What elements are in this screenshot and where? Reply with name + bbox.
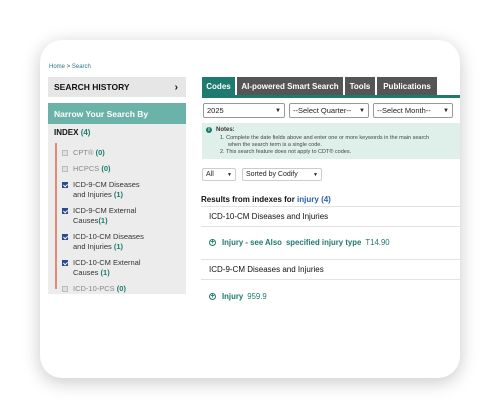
index-item-icd10-diseases[interactable]: ICD-10-CM Diseases and Injuries (1) <box>62 232 144 252</box>
expand-plus-icon[interactable]: + <box>209 239 216 246</box>
divider <box>201 206 460 207</box>
divider <box>201 226 460 227</box>
quarter-select-value: --Select Quarter-- <box>293 106 352 115</box>
index-item-icd9-external[interactable]: ICD-9-CM External Causes(1) <box>62 206 136 226</box>
result-entry[interactable]: + Injury - see Also specified injury typ… <box>209 238 390 247</box>
index-title: INDEX (4) <box>54 128 90 137</box>
result-group-title: ICD-10-CM Diseases and Injuries <box>209 212 329 221</box>
notes-item-2: 2. This search feature does not apply to… <box>220 149 352 155</box>
index-item-label-line2: and Injuries <box>73 190 112 199</box>
index-item-label-line2: Causes <box>73 268 99 277</box>
index-item-count: (0) <box>101 164 111 173</box>
index-item-label-line2: and Injuries <box>73 242 112 251</box>
sort-select[interactable]: Sorted by Codify ▼ <box>242 168 322 181</box>
search-history-toggle[interactable]: SEARCH HISTORY › <box>48 77 186 97</box>
index-item-hcpcs[interactable]: HCPCS (0) <box>62 164 111 174</box>
result-entry-text: Injury - see Also <box>222 238 282 247</box>
index-item-label: ICD-9-CM External <box>73 206 137 215</box>
checkbox-icon[interactable] <box>62 286 68 292</box>
index-item-count: (1) <box>100 268 110 277</box>
sort-select-value: Sorted by Codify <box>246 171 298 178</box>
result-see-also-link[interactable]: specified injury type <box>286 238 361 247</box>
result-entry-text: Injury <box>222 292 244 301</box>
tab-ai-smart-search[interactable]: AI-powered Smart Search <box>237 77 343 95</box>
notes-panel: i Notes: 1. Complete the date fields abo… <box>202 123 460 159</box>
checkbox-checked-icon[interactable] <box>62 182 68 188</box>
notes-title: Notes: <box>216 127 235 133</box>
result-group-title: ICD-9-CM Diseases and Injuries <box>209 265 324 274</box>
index-accent-rail <box>55 143 57 289</box>
index-item-label: ICD-10-PCS <box>73 284 115 293</box>
results-prefix: Results from indexes for <box>201 195 295 204</box>
index-item-label: CPT® <box>73 148 94 157</box>
divider <box>201 279 460 280</box>
tab-codes[interactable]: Codes <box>202 77 235 95</box>
narrow-search-header: Narrow Your Search By <box>48 103 186 124</box>
search-history-label: SEARCH HISTORY <box>54 82 130 92</box>
index-item-count: (1) <box>113 190 124 199</box>
checkbox-icon[interactable] <box>62 166 68 172</box>
checkbox-checked-icon[interactable] <box>62 260 68 266</box>
expand-plus-icon[interactable]: + <box>209 293 216 300</box>
index-item-count: (0) <box>95 148 105 157</box>
narrow-search-label: Narrow Your Search By <box>54 108 149 119</box>
year-select[interactable]: 2025 ▼ <box>203 103 285 118</box>
tab-label: AI-powered Smart Search <box>241 81 339 91</box>
results-query: injury <box>297 195 319 204</box>
tab-label: Tools <box>349 81 371 91</box>
chevron-down-icon: ▼ <box>443 107 449 114</box>
index-item-count: (1) <box>113 242 124 251</box>
checkbox-checked-icon[interactable] <box>62 234 68 240</box>
index-filter-panel: INDEX (4) CPT® (0) HCPCS (0) ICD-9-CM Di… <box>48 124 186 294</box>
index-item-count: (1) <box>98 216 108 225</box>
chevron-right-icon: › <box>174 81 178 93</box>
checkbox-icon[interactable] <box>62 150 68 156</box>
tab-label: Publications <box>383 81 431 91</box>
index-item-label: HCPCS <box>73 164 100 173</box>
index-item-label: ICD-9-CM Diseases <box>73 180 140 189</box>
app-card: Home > Search SEARCH HISTORY › Narrow Yo… <box>40 40 460 378</box>
month-select-value: --Select Month-- <box>377 106 431 115</box>
chevron-down-icon: ▼ <box>313 171 318 178</box>
checkbox-checked-icon[interactable] <box>62 208 68 214</box>
tab-tools[interactable]: Tools <box>345 77 375 95</box>
index-item-label: ICD-10-CM External <box>73 258 141 267</box>
tab-underline <box>202 95 460 98</box>
scope-select[interactable]: All ▼ <box>202 168 236 181</box>
result-code: T14.90 <box>365 238 390 247</box>
chevron-down-icon: ▼ <box>227 171 232 178</box>
breadcrumb-current: Search <box>71 64 91 70</box>
notes-item-1: 1. Complete the date fields above and en… <box>220 135 430 141</box>
breadcrumb: Home > Search <box>49 64 91 70</box>
index-item-label-line2: Causes <box>73 216 99 225</box>
breadcrumb-separator: > <box>65 64 72 70</box>
notes-item-1-cont: when the search term is a single code. <box>228 142 322 148</box>
scope-select-value: All <box>206 171 214 178</box>
tab-label: Codes <box>206 81 231 91</box>
chevron-down-icon: ▼ <box>359 107 365 114</box>
month-select[interactable]: --Select Month-- ▼ <box>373 103 453 118</box>
divider <box>201 259 460 260</box>
index-item-icd10-external[interactable]: ICD-10-CM External Causes (1) <box>62 258 141 278</box>
index-item-cpt[interactable]: CPT® (0) <box>62 148 105 158</box>
index-label: INDEX <box>54 128 79 137</box>
index-count: (4) <box>80 128 91 137</box>
result-code: 959.9 <box>247 292 267 301</box>
results-header: Results from indexes for injury (4) <box>201 195 331 204</box>
index-item-icd9-diseases[interactable]: ICD-9-CM Diseases and Injuries (1) <box>62 180 140 200</box>
index-item-icd10-pcs[interactable]: ICD-10-PCS (0) <box>62 284 126 294</box>
results-count: (4) <box>321 195 331 204</box>
result-entry[interactable]: + Injury 959.9 <box>209 292 267 301</box>
tab-publications[interactable]: Publications <box>377 77 437 95</box>
chevron-down-icon: ▼ <box>275 107 281 114</box>
breadcrumb-home[interactable]: Home <box>49 64 65 70</box>
index-item-label: ICD-10-CM Diseases <box>73 232 144 241</box>
info-icon: i <box>206 127 212 133</box>
index-item-count: (0) <box>116 284 126 293</box>
year-select-value: 2025 <box>207 106 224 115</box>
quarter-select[interactable]: --Select Quarter-- ▼ <box>289 103 369 118</box>
